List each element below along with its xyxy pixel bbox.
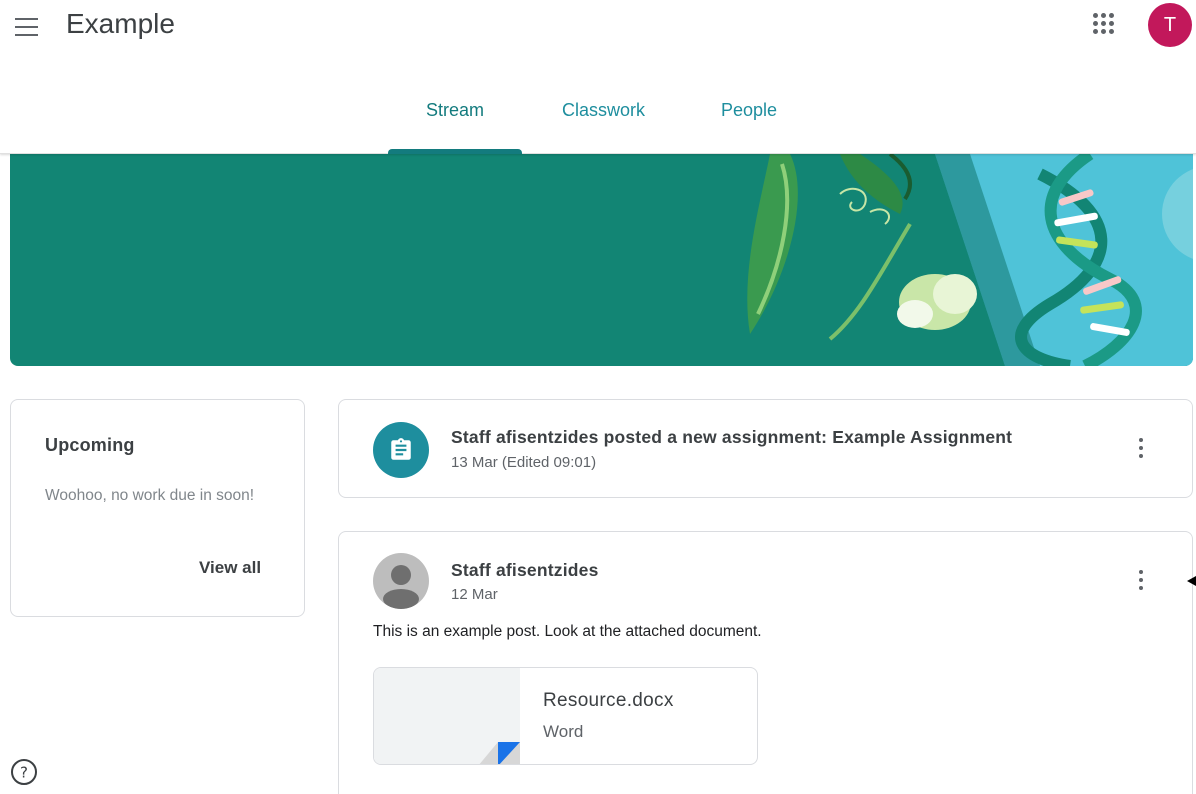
post-author[interactable]: Staff afisentzides (451, 560, 599, 581)
help-icon[interactable]: ? (10, 758, 40, 788)
view-all-link[interactable]: View all (199, 558, 261, 578)
tab-classwork[interactable]: Classwork (522, 86, 685, 154)
more-options-icon[interactable] (1129, 433, 1153, 467)
author-avatar[interactable] (373, 553, 429, 609)
class-title[interactable]: Example (66, 8, 175, 40)
post-body: This is an example post. Look at the att… (373, 623, 762, 640)
assignment-icon (373, 422, 429, 478)
more-options-icon[interactable] (1129, 565, 1153, 599)
account-avatar[interactable]: T (1148, 3, 1192, 47)
upcoming-card: Upcoming Woohoo, no work due in soon! Vi… (10, 399, 305, 617)
attachment-card[interactable]: Resource.docx Word (373, 667, 758, 765)
tab-stream[interactable]: Stream (388, 86, 522, 154)
assignment-post-date: 13 Mar (Edited 09:01) (451, 454, 597, 471)
assignment-post-card[interactable]: Staff afisentzides posted a new assignme… (338, 399, 1193, 498)
class-tabs: Stream Classwork People (388, 86, 813, 154)
assignment-post-title[interactable]: Staff afisentzides posted a new assignme… (451, 427, 1012, 448)
attachment-name: Resource.docx (543, 690, 674, 711)
post-date: 12 Mar (451, 586, 498, 603)
active-tab-indicator (388, 149, 522, 154)
upcoming-empty-text: Woohoo, no work due in soon! (45, 487, 255, 504)
upcoming-title: Upcoming (45, 435, 135, 455)
apps-grid-icon[interactable] (1088, 8, 1120, 40)
mouse-cursor-icon (1187, 576, 1196, 586)
tab-people[interactable]: People (685, 86, 813, 154)
announcement-post-card: Staff afisentzides 12 Mar This is an exa… (338, 531, 1193, 794)
class-banner (10, 154, 1193, 366)
tab-people-label: People (720, 100, 778, 120)
banner-illustration (10, 154, 1193, 366)
tab-classwork-label: Classwork (561, 100, 645, 120)
tab-stream-label: Stream (425, 100, 485, 120)
attachment-type: Word (543, 722, 584, 741)
top-app-bar: Example T Stream Classwork People (0, 0, 1196, 154)
word-doc-icon (479, 742, 520, 764)
attachment-thumbnail (374, 668, 520, 764)
svg-text:?: ? (20, 764, 28, 782)
hamburger-icon[interactable] (10, 10, 44, 44)
